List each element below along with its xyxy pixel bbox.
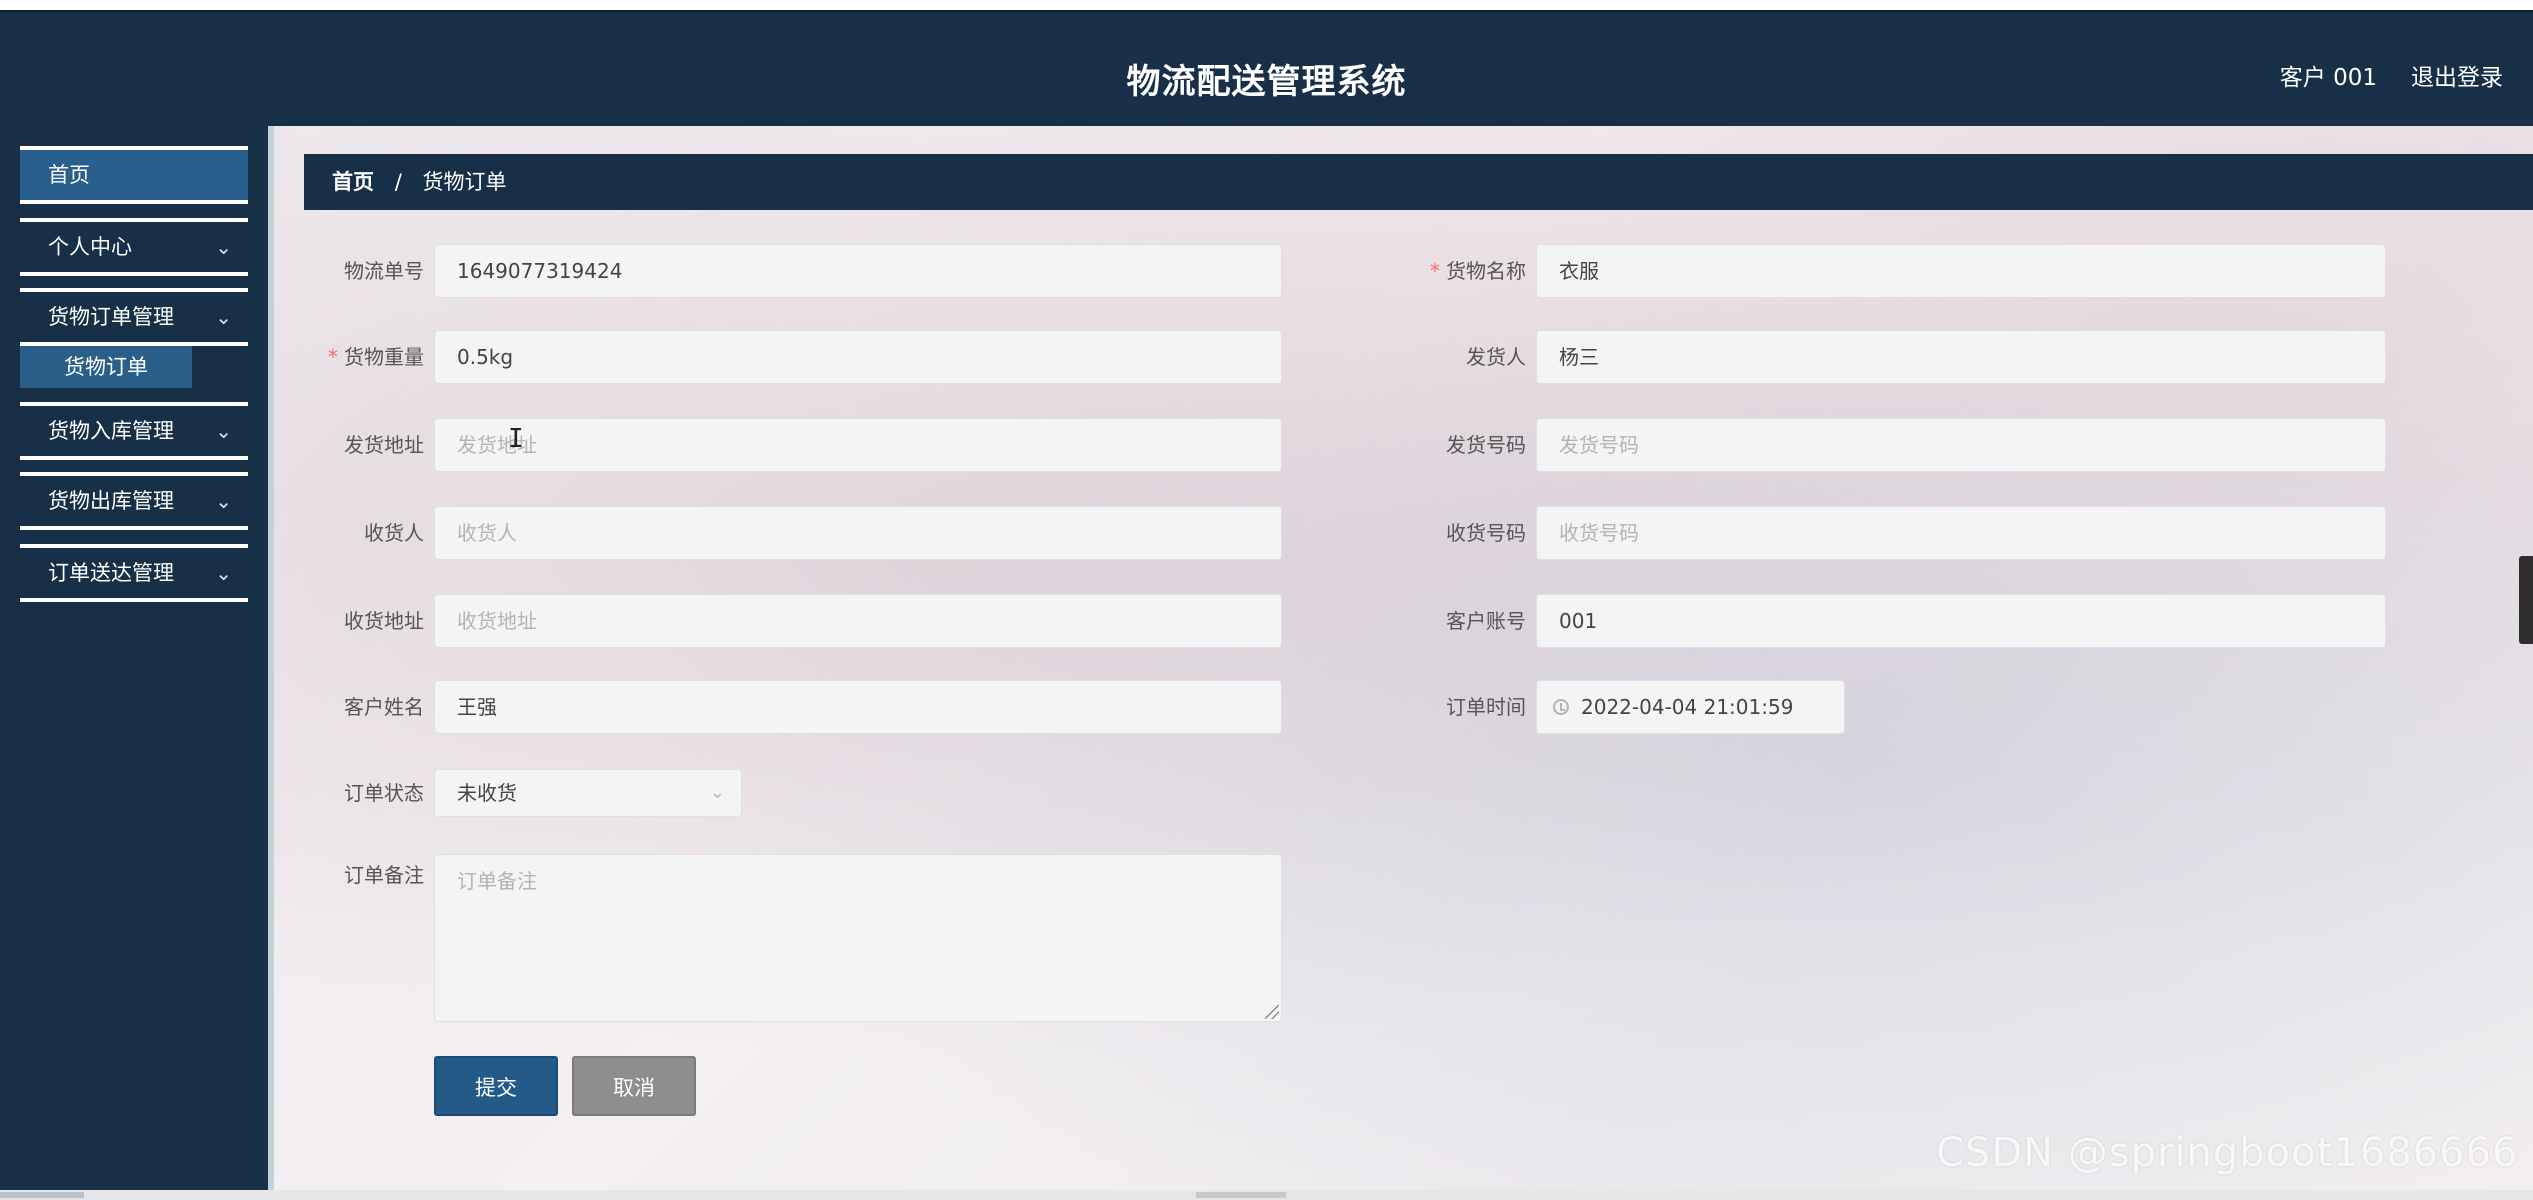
send-phone-input[interactable]: 发货号码 <box>1536 418 2386 472</box>
resize-handle-icon[interactable] <box>1265 1005 1279 1019</box>
breadcrumb-home[interactable]: 首页 <box>332 170 374 194</box>
right-edge-handle[interactable] <box>2519 556 2533 644</box>
receive-phone-label: 收货号码 <box>1446 521 1526 545</box>
receive-address-input[interactable]: 收货地址 <box>434 594 1282 648</box>
weight-input[interactable]: 0.5kg <box>434 330 1282 384</box>
sidebar-item-home[interactable]: 首页 <box>20 146 248 204</box>
send-address-input[interactable]: 发货地址 <box>434 418 1282 472</box>
sidebar-item-label: 首页 <box>48 163 90 187</box>
user-area: 客户 001 退出登录 <box>2280 58 2503 92</box>
goods-name-input[interactable]: 衣服 <box>1536 244 2386 298</box>
send-phone-label: 发货号码 <box>1446 433 1526 457</box>
sidebar-item-label: 货物出库管理 <box>48 489 174 513</box>
order-time-value: 2022-04-04 21:01:59 <box>1581 695 1794 719</box>
app-title: 物流配送管理系统 <box>1126 62 1407 102</box>
receive-address-label: 收货地址 <box>344 609 424 633</box>
sidebar-item-label: 订单送达管理 <box>48 561 174 585</box>
horizontal-scrollbar[interactable] <box>0 1190 2533 1200</box>
order-time-label: 订单时间 <box>1446 695 1526 719</box>
window-top-edge <box>0 0 2533 10</box>
required-mark: * <box>1430 259 1440 283</box>
logout-link[interactable]: 退出登录 <box>2411 58 2503 92</box>
receiver-label: 收货人 <box>364 521 424 545</box>
sidebar-item-label: 个人中心 <box>48 235 132 259</box>
chevron-down-icon: ⌄ <box>215 489 232 513</box>
sidebar-item-label: 货物订单管理 <box>48 305 174 329</box>
order-note-placeholder: 订单备注 <box>457 869 537 893</box>
order-time-picker[interactable]: 2022-04-04 21:01:59 <box>1536 680 1845 734</box>
watermark: CSDN @springboot1686666 <box>1936 1130 2519 1176</box>
weight-label: * 货物重量 <box>328 345 424 369</box>
user-account-label[interactable]: 客户 001 <box>2280 58 2377 92</box>
cancel-button[interactable]: 取消 <box>572 1056 696 1116</box>
submit-button[interactable]: 提交 <box>434 1056 558 1116</box>
sidebar-item-outbound-management[interactable]: 货物出库管理 ⌄ <box>20 472 248 530</box>
customer-account-input[interactable]: 001 <box>1536 594 2386 648</box>
required-mark: * <box>328 345 338 369</box>
scrollbar-thumb-secondary[interactable] <box>1196 1192 1286 1198</box>
chevron-down-icon: ⌄ <box>215 561 232 585</box>
customer-name-label: 客户姓名 <box>344 695 424 719</box>
chevron-down-icon: ⌄ <box>215 305 232 329</box>
text-cursor-icon: I <box>508 424 524 454</box>
receiver-input[interactable]: 收货人 <box>434 506 1282 560</box>
send-address-label: 发货地址 <box>344 433 424 457</box>
tracking-no-input[interactable]: 1649077319424 <box>434 244 1282 298</box>
sidebar-item-label: 货物入库管理 <box>48 419 174 443</box>
clock-icon <box>1553 699 1569 715</box>
order-status-select[interactable]: 未收货 ⌄ <box>434 769 742 817</box>
main-content: 首页 / 货物订单 物流单号 1649077319424 * 货物名称 衣服 * 货… <box>274 126 2533 1200</box>
sidebar: 首页 个人中心 ⌄ 货物订单管理 ⌄ 货物订单 货物入库管理 ⌄ 货物出库管理 … <box>0 126 268 1200</box>
sender-label: 发货人 <box>1466 345 1526 369</box>
sidebar-subitem-goods-order[interactable]: 货物订单 <box>20 346 192 388</box>
chevron-down-icon: ⌄ <box>709 782 725 803</box>
order-note-label: 订单备注 <box>344 863 424 887</box>
tracking-no-label: 物流单号 <box>344 259 424 283</box>
breadcrumb-separator: / <box>394 170 402 194</box>
sidebar-item-order-management[interactable]: 货物订单管理 ⌄ <box>20 288 248 346</box>
breadcrumb: 首页 / 货物订单 <box>304 154 2533 210</box>
goods-name-label: * 货物名称 <box>1430 259 1526 283</box>
customer-account-label: 客户账号 <box>1446 609 1526 633</box>
sidebar-item-delivery-management[interactable]: 订单送达管理 ⌄ <box>20 544 248 602</box>
customer-name-input[interactable]: 王强 <box>434 680 1282 734</box>
receive-phone-input[interactable]: 收货号码 <box>1536 506 2386 560</box>
order-status-value: 未收货 <box>457 781 517 805</box>
order-note-textarea[interactable]: 订单备注 <box>434 854 1282 1022</box>
header-bar: 物流配送管理系统 客户 001 退出登录 <box>0 10 2533 126</box>
scrollbar-thumb[interactable] <box>0 1192 84 1198</box>
chevron-down-icon: ⌄ <box>215 419 232 443</box>
sender-input[interactable]: 杨三 <box>1536 330 2386 384</box>
chevron-down-icon: ⌄ <box>215 235 232 259</box>
sidebar-item-inbound-management[interactable]: 货物入库管理 ⌄ <box>20 402 248 460</box>
sidebar-item-personal-center[interactable]: 个人中心 ⌄ <box>20 218 248 276</box>
order-status-label: 订单状态 <box>344 781 424 805</box>
breadcrumb-current: 货物订单 <box>422 170 507 194</box>
